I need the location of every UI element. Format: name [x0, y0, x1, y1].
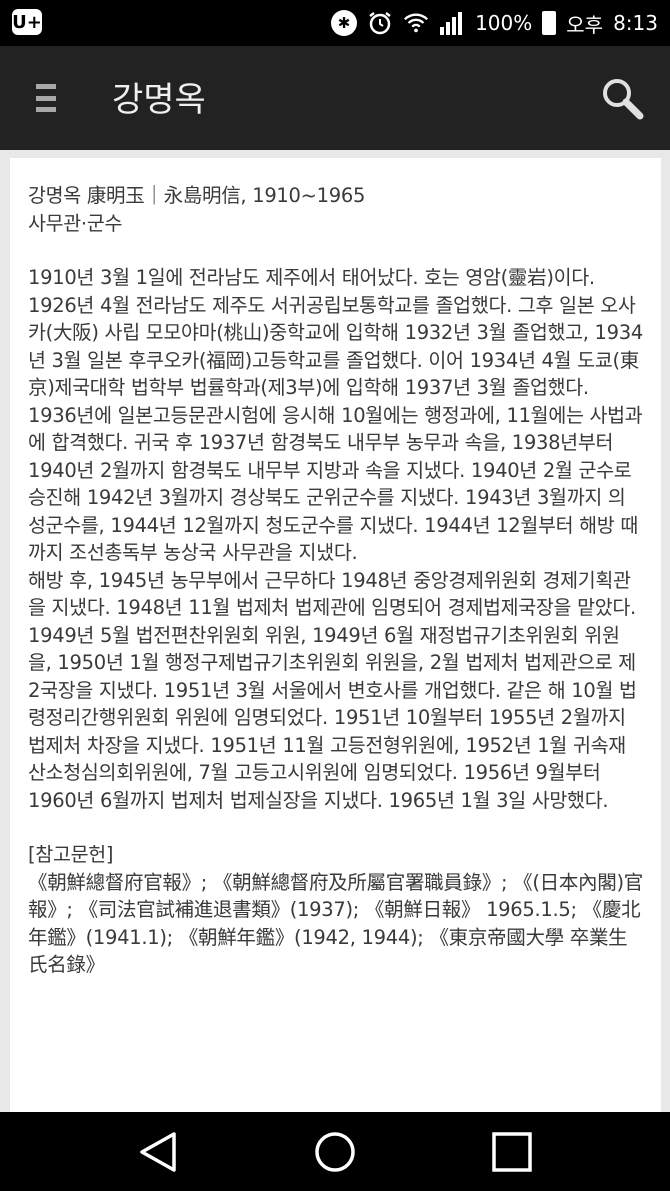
article-body-paragraph-1: 1910년 3월 1일에 전라남도 제주에서 태어났다. 호는 영암(靈岩)이다…: [28, 266, 643, 564]
references-text: 《朝鮮總督府官報》; 《朝鮮總督府及所屬官署職員錄》; 《(日本內閣)官報》; …: [28, 870, 643, 977]
signal-icon: [439, 10, 465, 36]
bluetooth-icon: ✱: [331, 10, 358, 36]
article-heading: 강명옥 康明玉｜永島明信, 1910~1965: [28, 184, 366, 207]
app-bar: 강명옥: [0, 46, 670, 150]
references-heading: [참고문헌]: [28, 843, 114, 866]
clock: 8:13: [613, 11, 658, 35]
status-bar: U+ ✱ 100% 오후 8:13: [0, 0, 670, 46]
page-title: 강명옥: [112, 80, 206, 120]
uplus-app-icon: U+: [12, 9, 42, 35]
navigation-bar: [0, 1112, 670, 1191]
recents-square-icon[interactable]: [490, 1130, 534, 1174]
alarm-icon: [367, 10, 393, 36]
article-subheading: 사무관·군수: [28, 211, 123, 235]
battery-percent: 100%: [475, 11, 533, 35]
status-icons: ✱ 100% 오후 8:13: [331, 0, 658, 46]
article-body-paragraph-2: 해방 후, 1945년 농무부에서 근무하다 1948년 중앙경제위원회 경제기…: [28, 568, 642, 812]
home-circle-icon[interactable]: [313, 1130, 357, 1174]
search-icon[interactable]: [600, 76, 644, 120]
back-triangle-icon[interactable]: [136, 1130, 180, 1174]
battery-icon: [542, 11, 557, 35]
wifi-icon: [403, 10, 429, 36]
article-card: 강명옥 康明玉｜永島明信, 1910~1965 사무관·군수 1910년 3월 …: [10, 158, 661, 1118]
hamburger-menu-icon[interactable]: [36, 84, 56, 112]
content-area[interactable]: 강명옥 康明玉｜永島明信, 1910~1965 사무관·군수 1910년 3월 …: [0, 150, 670, 1118]
ampm-label: 오후: [566, 12, 604, 37]
